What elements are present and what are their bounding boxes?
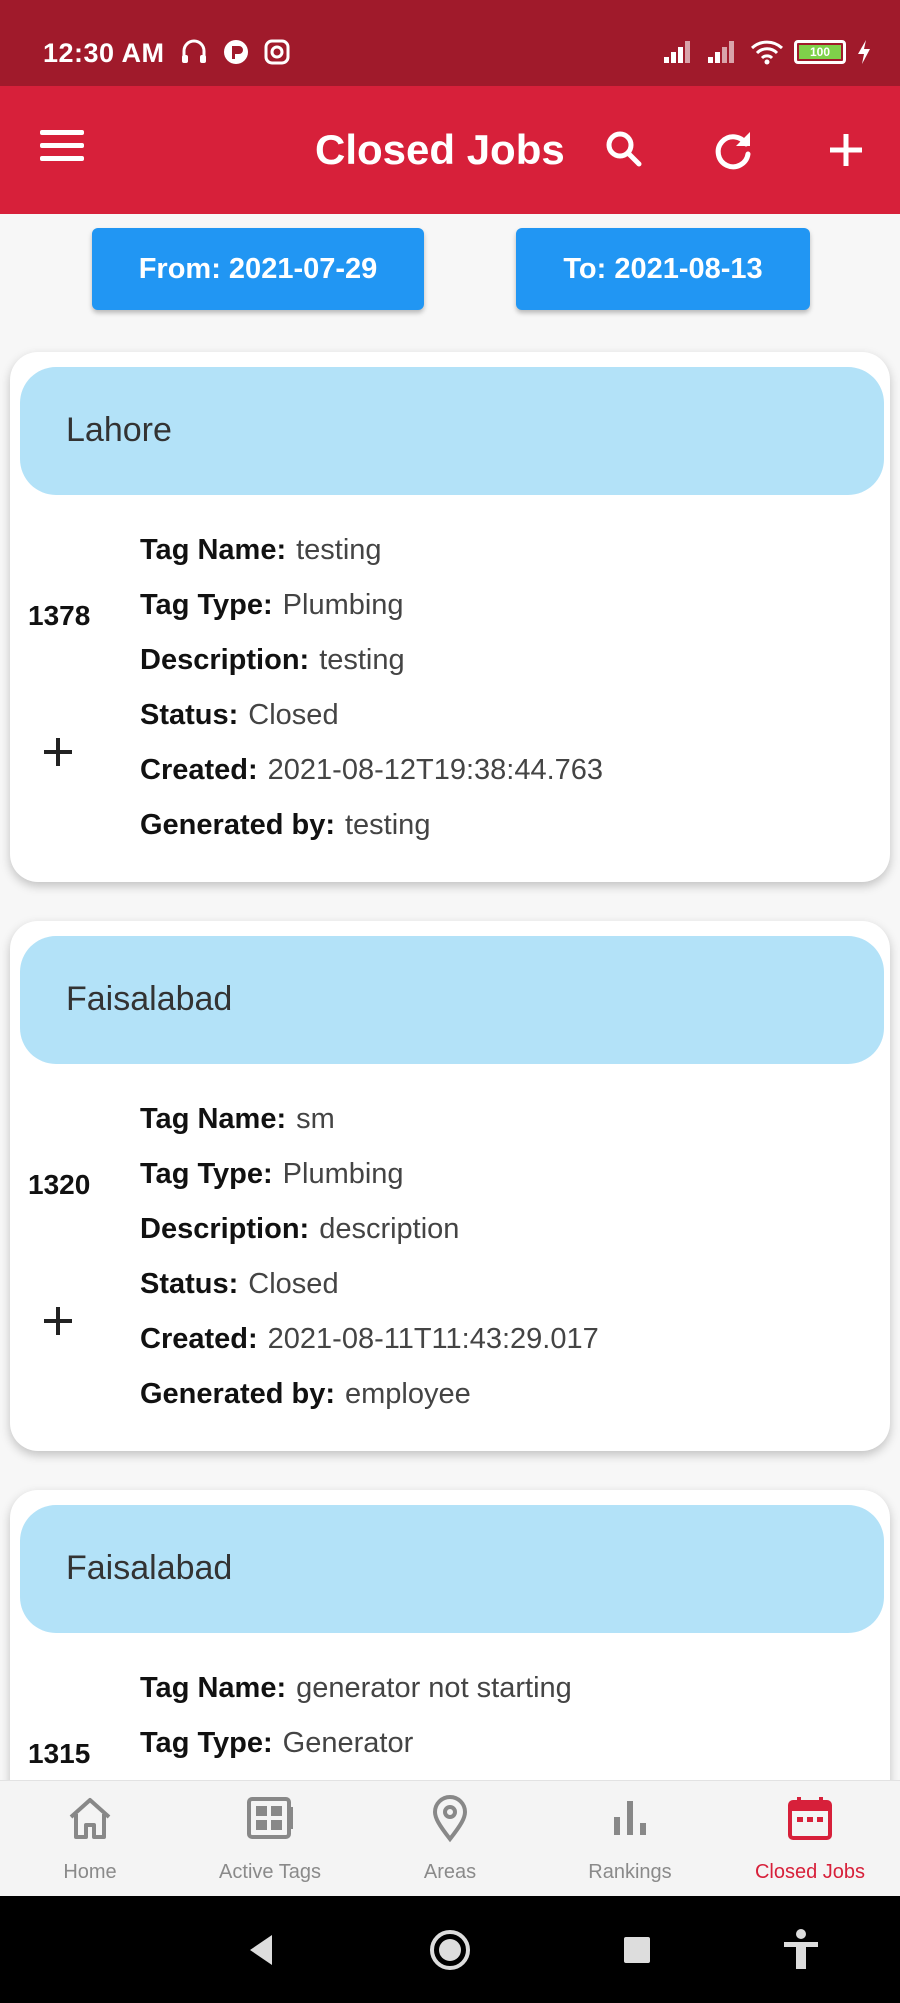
expand-plus-icon[interactable] — [38, 1301, 78, 1341]
wifi-icon — [750, 40, 784, 65]
tag-type-label: Tag Type: — [140, 1727, 273, 1759]
system-nav-bar — [0, 1896, 900, 2003]
status-left-icons — [180, 38, 290, 66]
description-label: Description: — [140, 644, 310, 676]
nav-label: Areas — [423, 1861, 477, 1883]
headset-icon — [182, 39, 206, 63]
bar-chart-icon — [614, 1801, 646, 1835]
tag-name-value: generator not starting — [296, 1672, 572, 1704]
generated-by-value: employee — [345, 1378, 471, 1410]
search-icon[interactable] — [596, 122, 652, 178]
job-fields: Tag Name: testing Tag Type: Plumbing Descr… — [140, 534, 603, 864]
status-time: 12:30 AM — [43, 38, 165, 68]
tag-name-label: Tag Name: — [140, 534, 287, 566]
home-circle-icon[interactable] — [423, 1923, 477, 1977]
generated-by-label: Generated by: — [140, 809, 335, 841]
nav-item-rankings[interactable]: Rankings — [540, 1781, 720, 1897]
nav-item-closed-jobs[interactable]: Closed Jobs — [720, 1781, 900, 1897]
nav-label: Closed Jobs — [754, 1861, 866, 1883]
job-id: 1320 — [28, 1169, 91, 1200]
closed-jobs-list[interactable]: Lahore 1378 Tag Name: testing Tag Type: Pl… — [0, 345, 900, 1780]
card-header: Faisalabad — [20, 1505, 884, 1633]
status-label: Status: — [140, 1268, 239, 1300]
expand-plus-icon[interactable] — [38, 732, 78, 772]
signal-icon — [708, 41, 734, 63]
tag-type-value: Plumbing — [282, 589, 404, 621]
status-label: Status: — [140, 699, 239, 731]
tag-name-value: sm — [296, 1103, 335, 1135]
app-circle-icon — [224, 40, 248, 64]
created-label: Created: — [140, 1323, 258, 1355]
battery-icon: 100 — [794, 40, 846, 64]
calendar-icon — [788, 1797, 832, 1840]
page-title: Closed Jobs — [315, 126, 565, 173]
description-value: testing — [319, 644, 405, 676]
back-icon[interactable] — [234, 1923, 288, 1977]
add-icon[interactable] — [818, 122, 874, 178]
to-date-button[interactable]: To: 2021-08-13 — [516, 228, 810, 310]
status-right-icons: 100 — [662, 38, 872, 66]
refresh-icon[interactable] — [706, 122, 762, 178]
job-card[interactable]: Faisalabad 1320 Tag Name: sm Tag Type: Plu… — [10, 921, 890, 1451]
home-icon — [69, 1798, 111, 1839]
charging-icon — [858, 40, 870, 64]
date-filter-row: From: 2021-07-29 To: 2021-08-13 — [0, 228, 900, 310]
card-header: Faisalabad — [20, 936, 884, 1064]
nav-label: Home — [63, 1861, 117, 1883]
card-city: Faisalabad — [66, 980, 233, 1018]
nav-label: Active Tags — [219, 1861, 321, 1883]
job-id: 1315 — [28, 1738, 91, 1769]
tag-name-label: Tag Name: — [140, 1672, 287, 1704]
job-id: 1378 — [28, 600, 91, 631]
battery-text: 100 — [809, 45, 831, 59]
card-city: Lahore — [66, 411, 172, 449]
generated-by-label: Generated by: — [140, 1378, 335, 1410]
app-bar: Closed Jobs — [0, 86, 900, 214]
tag-name-value: testing — [296, 534, 382, 566]
from-date-button[interactable]: From: 2021-07-29 — [92, 228, 424, 310]
accessibility-icon[interactable] — [774, 1923, 828, 1977]
card-city: Faisalabad — [66, 1549, 233, 1587]
job-card[interactable]: Faisalabad 1315 Tag Name: generator not s… — [10, 1490, 890, 1780]
nav-label: Rankings — [588, 1861, 672, 1883]
description-label: Description: — [140, 1213, 310, 1245]
job-fields: Tag Name: sm Tag Type: Plumbing Descriptio… — [140, 1103, 599, 1433]
created-value: 2021-08-11T11:43:29.017 — [267, 1323, 599, 1355]
tag-type-value: Generator — [282, 1727, 414, 1759]
created-value: 2021-08-12T19:38:44.763 — [267, 754, 604, 786]
status-value: Closed — [248, 1268, 339, 1300]
nav-item-home[interactable]: Home — [0, 1781, 180, 1897]
card-header: Lahore — [20, 367, 884, 495]
nav-item-areas[interactable]: Areas — [360, 1781, 540, 1897]
tag-board-icon — [247, 1797, 293, 1839]
menu-icon[interactable] — [40, 130, 84, 166]
created-label: Created: — [140, 754, 258, 786]
generated-by-value: testing — [345, 809, 431, 841]
location-pin-icon — [432, 1795, 468, 1843]
tag-type-value: Plumbing — [282, 1158, 404, 1190]
tag-name-label: Tag Name: — [140, 1103, 287, 1135]
job-fields: Tag Name: generator not starting Tag Type… — [140, 1672, 572, 1780]
status-bar: 12:30 AM 100 — [0, 0, 900, 86]
status-value: Closed — [248, 699, 339, 731]
instagram-icon — [264, 39, 290, 65]
tag-type-label: Tag Type: — [140, 1158, 273, 1190]
bottom-nav: Home Active Tags Areas Rankings Closed J… — [0, 1780, 900, 1896]
signal-icon — [664, 41, 690, 63]
nav-item-active-tags[interactable]: Active Tags — [180, 1781, 360, 1897]
job-card[interactable]: Lahore 1378 Tag Name: testing Tag Type: Pl… — [10, 352, 890, 882]
description-value: description — [319, 1213, 460, 1245]
recents-icon[interactable] — [610, 1923, 664, 1977]
tag-type-label: Tag Type: — [140, 589, 273, 621]
